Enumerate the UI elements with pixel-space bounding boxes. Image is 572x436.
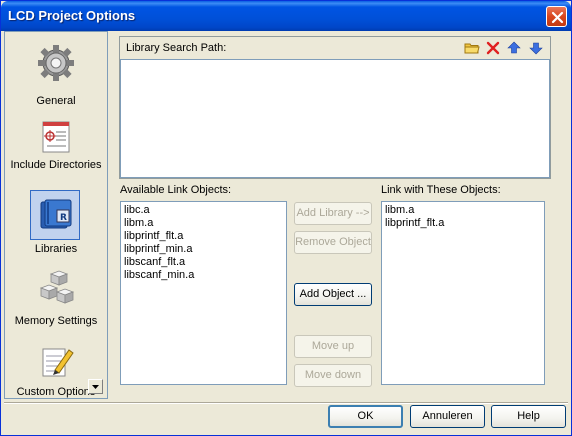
libraries-panel: Library Search Path: Available Link Obje… (114, 31, 568, 401)
arrow-up-icon (507, 41, 521, 54)
category-scroll-down-button[interactable] (88, 379, 103, 394)
delete-path-button[interactable] (485, 40, 501, 56)
footer-separator (4, 402, 568, 404)
dialog-window: LCD Project Options General Include Dire… (0, 0, 572, 436)
sidebar-item-include-directories[interactable]: Include Directories (9, 112, 103, 192)
move-path-down-button[interactable] (528, 40, 544, 56)
library-search-path-header: Library Search Path: (120, 37, 550, 59)
arrow-down-icon (529, 42, 543, 55)
ok-button[interactable]: OK (328, 405, 403, 428)
sidebar-item-label: Libraries (34, 243, 78, 255)
move-up-button[interactable]: Move up (294, 335, 372, 358)
close-button[interactable] (546, 6, 567, 27)
linked-objects-list[interactable]: libm.a libprintf_flt.a (381, 201, 545, 385)
linked-objects-label: Link with These Objects: (381, 184, 501, 196)
libraries-icon: R (30, 190, 80, 240)
sidebar-item-label: Include Directories (10, 159, 102, 171)
window-title: LCD Project Options (8, 8, 136, 23)
sidebar-item-label: Memory Settings (14, 315, 98, 327)
add-library-button[interactable]: Add Library --> (294, 202, 372, 225)
cancel-button[interactable]: Annuleren (410, 405, 485, 428)
library-search-path-group: Library Search Path: (119, 36, 551, 179)
list-item[interactable]: libc.a (124, 204, 283, 217)
list-item[interactable]: libm.a (385, 204, 541, 217)
move-down-button[interactable]: Move down (294, 364, 372, 387)
remove-object-button[interactable]: Remove Object (294, 231, 372, 254)
gear-icon (30, 38, 80, 88)
available-link-objects-label: Available Link Objects: (120, 184, 232, 196)
library-search-path-list[interactable] (120, 59, 550, 178)
list-item[interactable]: libprintf_flt.a (124, 230, 283, 243)
category-list[interactable]: General Include Directories R Libraries … (4, 31, 108, 399)
add-object-button[interactable]: Add Object ... (294, 283, 372, 306)
notepad-pencil-icon (30, 338, 80, 388)
sidebar-item-libraries[interactable]: R Libraries (9, 190, 103, 256)
move-path-up-button[interactable] (506, 40, 522, 56)
include-directories-icon (30, 112, 80, 162)
list-item[interactable]: libprintf_flt.a (385, 217, 541, 230)
library-search-path-label: Library Search Path: (126, 42, 227, 54)
folder-icon (464, 43, 480, 54)
list-item[interactable]: libm.a (124, 217, 283, 230)
available-link-objects-list[interactable]: libc.a libm.a libprintf_flt.a libprintf_… (120, 201, 287, 385)
sidebar-item-memory-settings[interactable]: Memory Settings (9, 264, 103, 330)
sidebar-item-label: General (36, 95, 76, 107)
help-button[interactable]: Help (491, 405, 566, 428)
list-item[interactable]: libscanf_min.a (124, 269, 283, 282)
delete-icon (486, 41, 500, 55)
close-icon (551, 11, 564, 24)
memory-cubes-icon (30, 264, 80, 314)
title-bar[interactable]: LCD Project Options (1, 1, 571, 31)
dialog-client-area: General Include Directories R Libraries … (4, 31, 568, 434)
triangle-down-icon (92, 385, 99, 389)
svg-text:R: R (60, 213, 67, 223)
add-path-button[interactable] (464, 40, 480, 56)
list-item[interactable]: libprintf_min.a (124, 243, 283, 256)
sidebar-item-general[interactable]: General (9, 38, 103, 107)
list-item[interactable]: libscanf_flt.a (124, 256, 283, 269)
